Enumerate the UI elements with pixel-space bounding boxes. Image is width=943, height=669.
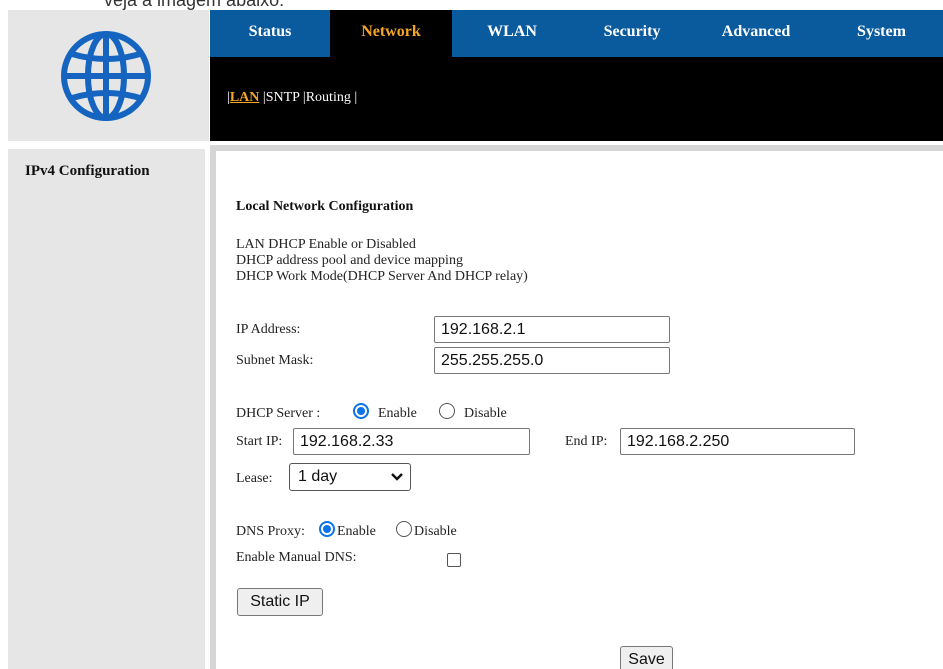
manual-dns-label: Enable Manual DNS: xyxy=(236,550,357,565)
desc-line-1: LAN DHCP Enable or Disabled xyxy=(236,237,416,252)
dns-proxy-enable-radio[interactable] xyxy=(319,521,335,537)
manual-dns-checkbox[interactable] xyxy=(447,553,461,567)
menu-network[interactable]: Network xyxy=(330,10,452,57)
menu-status[interactable]: Status xyxy=(210,10,330,57)
dns-proxy-disable-label: Disable xyxy=(414,524,457,539)
menu-wlan[interactable]: WLAN xyxy=(452,10,572,57)
desc-line-2: DHCP address pool and device mapping xyxy=(236,253,463,268)
lease-selected-value: 1 day xyxy=(298,468,338,485)
main-menu: Status Network WLAN Security Advanced Sy… xyxy=(210,10,943,57)
dns-proxy-enable-label: Enable xyxy=(337,524,376,539)
dhcp-enable-radio[interactable] xyxy=(353,403,369,419)
submenu-routing[interactable]: Routing xyxy=(306,90,351,105)
end-ip-label: End IP: xyxy=(565,434,608,449)
sub-menu: |LAN |SNTP |Routing | xyxy=(210,57,943,141)
lease-label: Lease: xyxy=(236,471,273,486)
dns-proxy-label: DNS Proxy: xyxy=(236,524,305,539)
save-button[interactable]: Save xyxy=(620,646,673,669)
ip-address-label: IP Address: xyxy=(236,322,301,337)
subnet-mask-label: Subnet Mask: xyxy=(236,353,314,368)
submenu-lan[interactable]: LAN xyxy=(230,90,260,105)
logo-area xyxy=(8,10,209,141)
config-panel: Local Network Configuration LAN DHCP Ena… xyxy=(210,145,943,669)
menu-advanced[interactable]: Advanced xyxy=(692,10,820,57)
dhcp-enable-label: Enable xyxy=(378,406,417,421)
subnet-mask-input[interactable]: 255.255.255.0 xyxy=(434,347,670,374)
ip-address-input[interactable]: 192.168.2.1 xyxy=(434,316,670,343)
end-ip-input[interactable]: 192.168.2.250 xyxy=(620,428,855,455)
submenu-separator: | xyxy=(354,90,358,105)
start-ip-label: Start IP: xyxy=(236,434,283,449)
lease-select[interactable]: 1 day xyxy=(289,463,411,491)
dhcp-disable-radio[interactable] xyxy=(439,403,455,419)
menu-security[interactable]: Security xyxy=(572,10,692,57)
sidebar-item-ipv4-configuration[interactable]: IPv4 Configuration xyxy=(25,163,150,180)
sidebar: IPv4 Configuration xyxy=(8,149,205,669)
start-ip-input[interactable]: 192.168.2.33 xyxy=(293,428,530,455)
dns-proxy-disable-radio[interactable] xyxy=(396,521,412,537)
globe-icon xyxy=(61,31,151,121)
page-caption: veja a imagem abaixo: xyxy=(104,0,285,10)
static-ip-button[interactable]: Static IP xyxy=(237,588,323,616)
menu-system[interactable]: System xyxy=(820,10,943,57)
submenu-sntp[interactable]: SNTP xyxy=(266,90,300,105)
desc-line-3: DHCP Work Mode(DHCP Server And DHCP rela… xyxy=(236,269,528,284)
chevron-down-icon xyxy=(391,473,403,481)
submenu-links: |LAN |SNTP |Routing | xyxy=(227,90,357,106)
dhcp-server-label: DHCP Server : xyxy=(236,406,321,421)
dhcp-disable-label: Disable xyxy=(464,406,507,421)
section-title: Local Network Configuration xyxy=(236,199,414,214)
